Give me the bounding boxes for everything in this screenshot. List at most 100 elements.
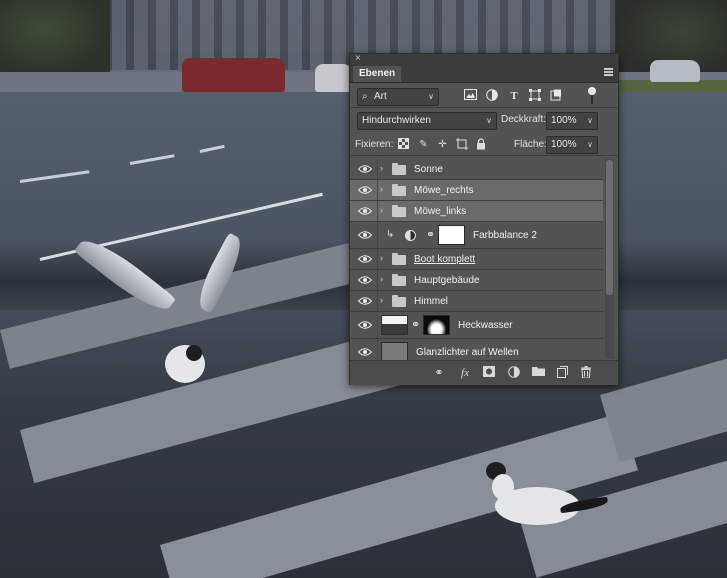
eye-icon[interactable]	[358, 185, 372, 195]
folder-icon	[392, 184, 406, 196]
type-filter-icon[interactable]: T	[507, 89, 521, 103]
layer-image-thumbnail[interactable]	[381, 315, 408, 335]
layers-panel: × Ebenen ⌕ Art ∨ T Hindurchwirken ∨ Deck…	[349, 53, 619, 385]
layer-name: Boot komplett	[414, 254, 476, 265]
chevron-right-icon[interactable]: ›	[380, 295, 383, 305]
search-icon: ⌕	[362, 91, 368, 102]
prevent-autonest-icon[interactable]	[455, 138, 468, 151]
image-filter-icon[interactable]	[463, 89, 477, 103]
new-group-icon[interactable]	[531, 366, 545, 380]
layer-image-thumbnail[interactable]	[381, 342, 408, 360]
layer-name: Möwe_rechts	[414, 185, 474, 196]
fill-field[interactable]: 100% ∨	[546, 136, 598, 154]
layer-row-moewe-rechts[interactable]: › Möwe_rechts	[350, 180, 603, 201]
layer-row-moewe-links[interactable]: › Möwe_links	[350, 201, 603, 222]
separator	[350, 107, 618, 108]
chevron-right-icon[interactable]: ›	[380, 205, 383, 215]
layer-mask-thumbnail[interactable]	[423, 315, 450, 335]
chevron-down-icon[interactable]: ∨	[587, 113, 593, 129]
new-layer-icon[interactable]	[555, 366, 569, 380]
layer-row-boot-komplett[interactable]: › Boot komplett	[350, 249, 603, 270]
layer-filter-kind: Art	[374, 91, 387, 102]
separator	[350, 155, 618, 156]
row-divider	[377, 339, 378, 360]
lock-image-pixels-icon[interactable]: ✎	[417, 138, 430, 151]
eye-icon[interactable]	[358, 320, 372, 330]
opacity-label: Deckkraft:	[501, 114, 547, 125]
row-divider	[377, 249, 378, 269]
layers-list: › Sonne › Möwe_rechts › Möwe_links ↳ ⚭ F…	[350, 157, 603, 360]
gull-left-head	[186, 345, 202, 361]
lock-transparent-pixels-icon[interactable]	[397, 138, 410, 151]
red-car	[182, 58, 285, 92]
color-balance-adjustment-icon[interactable]	[405, 230, 416, 241]
scrollbar-thumb[interactable]	[606, 160, 613, 295]
eye-icon[interactable]	[358, 275, 372, 285]
link-chain-icon[interactable]: ⚭	[426, 228, 435, 241]
layer-name: Hauptgebäude	[414, 275, 480, 286]
toggle-stem	[591, 95, 593, 104]
folder-icon	[392, 253, 406, 265]
layer-row-hauptgebaeude[interactable]: › Hauptgebäude	[350, 270, 603, 291]
layer-name: Heckwasser	[458, 320, 513, 331]
layer-filter-select[interactable]: ⌕ Art ∨	[357, 88, 439, 106]
lock-position-icon[interactable]: ✛	[436, 138, 449, 151]
row-divider	[377, 270, 378, 290]
blend-mode-select[interactable]: Hindurchwirken ∨	[357, 112, 497, 130]
row-divider	[377, 222, 378, 248]
eye-icon[interactable]	[358, 296, 372, 306]
panel-titlebar[interactable]: ×	[350, 53, 618, 65]
panel-menu-icon[interactable]	[604, 68, 613, 76]
close-icon[interactable]: ×	[355, 53, 361, 64]
eye-icon[interactable]	[358, 164, 372, 174]
trash-icon[interactable]	[579, 366, 593, 380]
layer-row-glanzlichter[interactable]: Glanzlichter auf Wellen	[350, 339, 603, 360]
chevron-right-icon[interactable]: ›	[380, 163, 383, 173]
eye-icon[interactable]	[358, 206, 372, 216]
opacity-field[interactable]: 100% ∨	[546, 112, 598, 130]
chevron-right-icon[interactable]: ›	[380, 274, 383, 284]
link-layers-icon[interactable]: ⚭	[432, 366, 446, 380]
blend-mode-value: Hindurchwirken	[362, 115, 431, 126]
fx-icon[interactable]: fx	[458, 366, 472, 380]
layer-row-farbbalance[interactable]: ↳ ⚭ Farbbalance 2	[350, 222, 603, 249]
eye-icon[interactable]	[358, 254, 372, 264]
chevron-down-icon[interactable]: ∨	[587, 137, 593, 153]
add-mask-icon[interactable]	[482, 366, 496, 380]
folder-icon	[392, 274, 406, 286]
lock-all-icon[interactable]	[474, 138, 487, 151]
layer-row-sonne[interactable]: › Sonne	[350, 159, 603, 180]
layers-scrollbar[interactable]	[605, 159, 614, 359]
layer-row-himmel[interactable]: › Himmel	[350, 291, 603, 312]
chevron-right-icon[interactable]: ›	[380, 184, 383, 194]
trees-left	[0, 0, 110, 75]
layer-name: Himmel	[414, 296, 448, 307]
new-adjustment-icon[interactable]	[507, 366, 521, 380]
chevron-down-icon: ∨	[486, 116, 492, 125]
clipping-mask-icon: ↳	[386, 229, 395, 240]
toggle-knob	[588, 87, 596, 95]
shape-filter-icon[interactable]	[528, 89, 542, 103]
adjustment-filter-icon[interactable]	[485, 89, 499, 103]
eye-icon[interactable]	[358, 230, 372, 240]
layer-mask-thumbnail[interactable]	[438, 225, 465, 245]
row-divider	[377, 291, 378, 311]
row-divider	[377, 201, 378, 221]
tab-layers[interactable]: Ebenen	[353, 66, 402, 82]
lock-label: Fixieren:	[355, 139, 394, 150]
smart-object-filter-icon[interactable]	[549, 89, 563, 103]
layer-row-heckwasser[interactable]: ⚭ Heckwasser	[350, 312, 603, 339]
folder-icon	[392, 205, 406, 217]
chevron-down-icon: ∨	[428, 92, 434, 101]
filter-toggle-switch[interactable]	[588, 87, 596, 105]
opacity-value: 100%	[551, 115, 577, 126]
link-chain-icon[interactable]: ⚭	[411, 318, 420, 331]
layer-name: Möwe_links	[414, 206, 467, 217]
chevron-right-icon[interactable]: ›	[380, 253, 383, 263]
silver-car-left	[315, 64, 353, 92]
eye-icon[interactable]	[358, 347, 372, 357]
fill-label: Fläche:	[514, 139, 547, 150]
row-divider	[377, 159, 378, 179]
layer-name: Glanzlichter auf Wellen	[416, 347, 519, 358]
layers-bottom-toolbar: ⚭ fx	[350, 360, 618, 385]
